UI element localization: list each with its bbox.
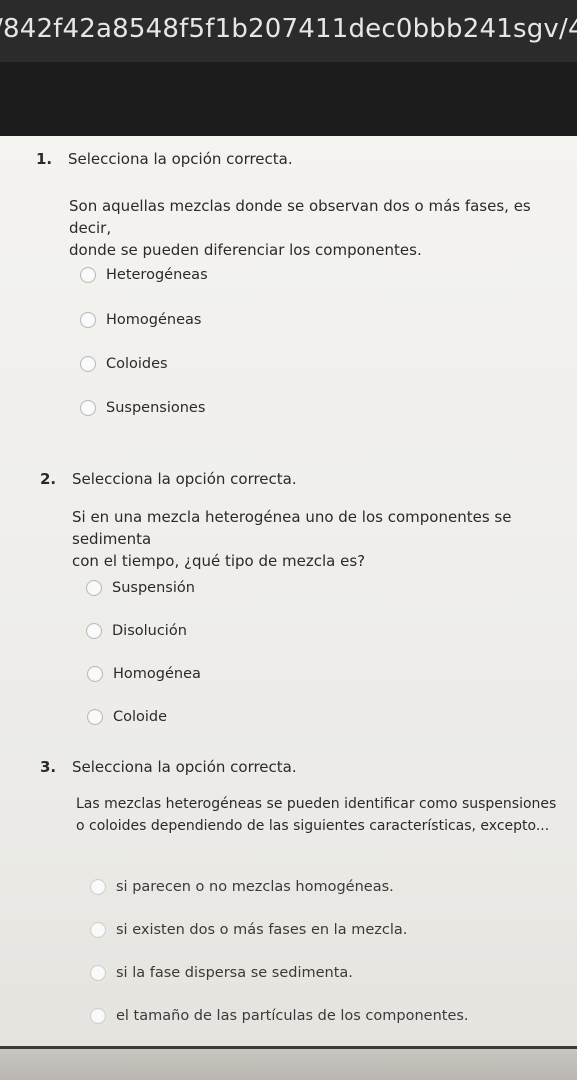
radio-button-icon[interactable] <box>90 922 106 938</box>
option-label: el tamaño de las partículas de los compo… <box>116 1008 469 1024</box>
radio-button-icon[interactable] <box>90 1008 106 1024</box>
option-suspension[interactable]: Suspensión <box>86 577 195 599</box>
question-text-line: con el tiempo, ¿qué tipo de mezcla es? <box>72 552 366 570</box>
radio-button-icon[interactable] <box>80 267 96 283</box>
option-label: si la fase dispersa se sedimenta. <box>116 965 353 981</box>
question-header: 3. Selecciona la opción correcta. <box>40 758 297 776</box>
question-header: 2. Selecciona la opción correcta. <box>40 470 297 488</box>
option-label: Coloides <box>106 356 168 372</box>
option-label: Heterogéneas <box>106 267 208 283</box>
question-text-line: Si en una mezcla heterogénea uno de los … <box>72 508 512 548</box>
question-text-line: donde se pueden diferenciar los componen… <box>69 241 422 259</box>
option-heterogeneas[interactable]: Heterogéneas <box>80 264 208 286</box>
radio-button-icon[interactable] <box>86 580 102 596</box>
option-suspensiones[interactable]: Suspensiones <box>80 397 205 419</box>
question-text: Son aquellas mezclas donde se observan d… <box>69 195 569 261</box>
option-fase-dispersa[interactable]: si la fase dispersa se sedimenta. <box>90 962 353 984</box>
question-text-line: o coloides dependiendo de las siguientes… <box>76 818 550 834</box>
option-label: Suspensiones <box>106 400 206 416</box>
option-tamano-particulas[interactable]: el tamaño de las partículas de los compo… <box>90 1005 469 1027</box>
option-label: si existen dos o más fases en la mezcla. <box>116 922 408 938</box>
url-text: /842f42a8548f5f1b207411dec0bbb241sgv/4..… <box>0 14 577 44</box>
option-label: Homogéneas <box>106 312 202 328</box>
question-title: Selecciona la opción correcta. <box>72 758 297 776</box>
option-label: Suspensión <box>112 580 195 596</box>
question-text-line: Las mezclas heterogéneas se pueden ident… <box>76 796 557 812</box>
question-header: 1. Selecciona la opción correcta. <box>36 150 293 168</box>
question-number: 1. <box>36 150 53 168</box>
radio-button-icon[interactable] <box>80 312 96 328</box>
radio-button-icon[interactable] <box>90 879 106 895</box>
option-homogeneas[interactable]: Homogéneas <box>80 309 201 331</box>
question-title: Selecciona la opción correcta. <box>68 150 293 168</box>
bottom-strip <box>0 1049 577 1080</box>
radio-button-icon[interactable] <box>90 965 106 981</box>
radio-button-icon[interactable] <box>87 709 103 725</box>
question-text: Si en una mezcla heterogénea uno de los … <box>72 506 572 572</box>
question-title: Selecciona la opción correcta. <box>72 470 297 488</box>
option-homogenea[interactable]: Homogénea <box>87 663 201 685</box>
radio-button-icon[interactable] <box>80 400 96 416</box>
option-label: si parecen o no mezclas homogéneas. <box>116 879 394 895</box>
option-mezclas-homogeneas[interactable]: si parecen o no mezclas homogéneas. <box>90 876 394 898</box>
option-dos-o-mas-fases[interactable]: si existen dos o más fases en la mezcla. <box>90 919 407 941</box>
question-number: 2. <box>40 470 57 488</box>
browser-toolbar-shadow <box>0 62 577 136</box>
option-coloide[interactable]: Coloide <box>87 706 167 728</box>
question-number: 3. <box>40 758 57 776</box>
option-label: Disolución <box>112 623 187 639</box>
radio-button-icon[interactable] <box>80 356 96 372</box>
browser-url-bar[interactable]: /842f42a8548f5f1b207411dec0bbb241sgv/4..… <box>0 0 577 62</box>
option-label: Coloide <box>113 709 168 725</box>
question-text: Las mezclas heterogéneas se pueden ident… <box>76 793 576 837</box>
radio-button-icon[interactable] <box>87 666 103 682</box>
option-disolucion[interactable]: Disolución <box>86 620 187 642</box>
radio-button-icon[interactable] <box>86 623 102 639</box>
option-coloides[interactable]: Coloides <box>80 353 168 375</box>
question-text-line: Son aquellas mezclas donde se observan d… <box>69 197 531 237</box>
option-label: Homogénea <box>113 666 201 682</box>
quiz-content: 1. Selecciona la opción correcta. Son aqu… <box>0 136 577 1080</box>
